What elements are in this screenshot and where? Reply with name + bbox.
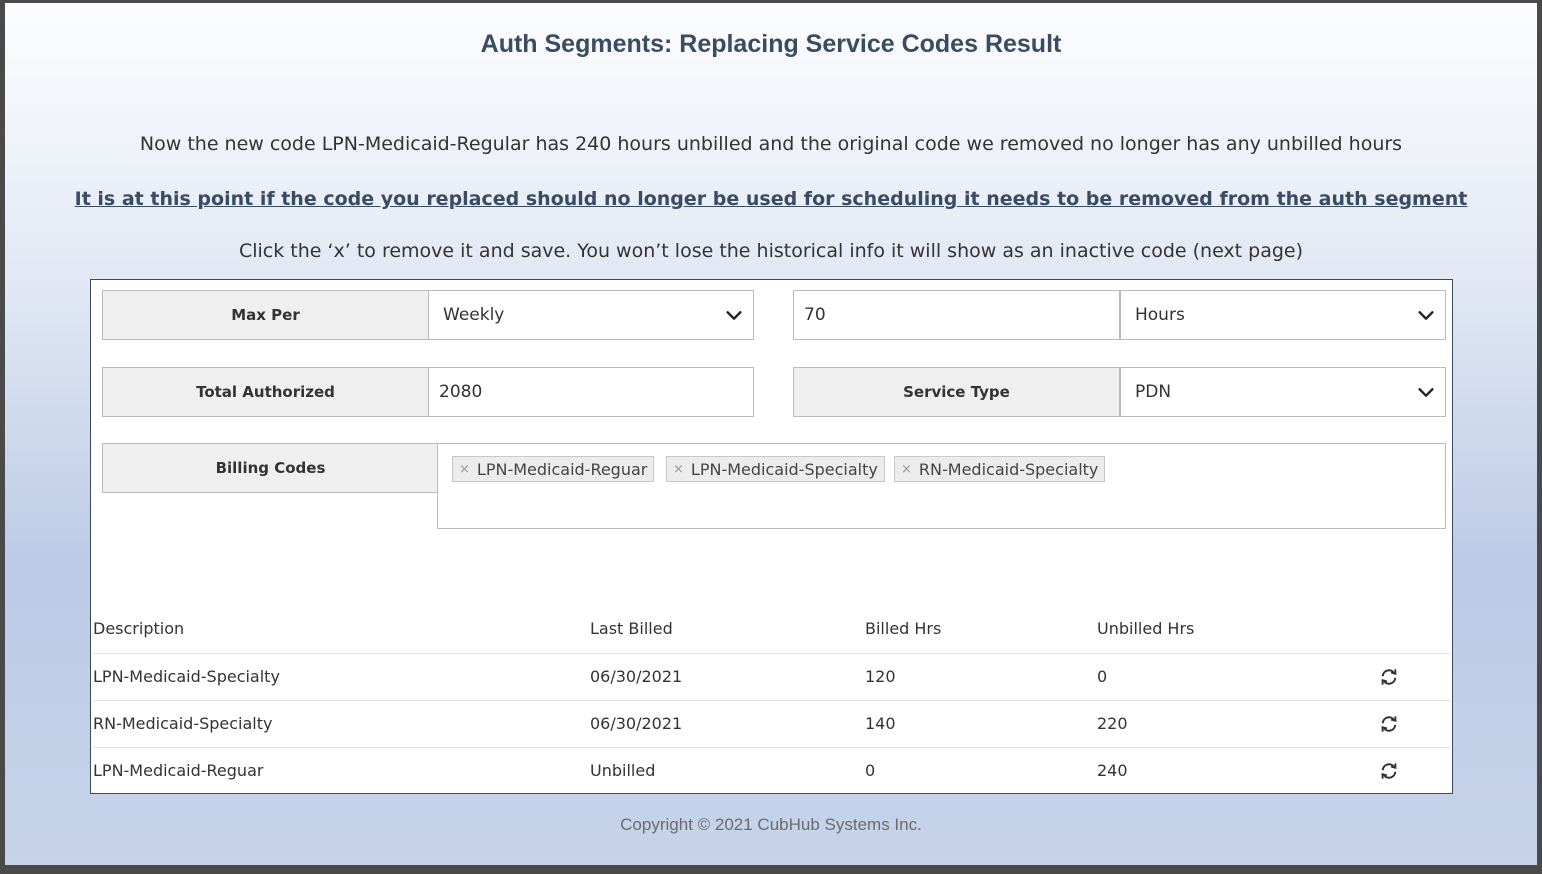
service-type-value: PDN [1135, 382, 1172, 402]
unit-select[interactable]: Hours [1120, 290, 1446, 340]
header-billed-hrs: Billed Hrs [865, 619, 942, 638]
service-type-label: Service Type [793, 367, 1120, 417]
slide: Auth Segments: Replacing Service Codes R… [5, 3, 1537, 865]
chevron-down-icon [1418, 388, 1434, 397]
row-billed-hrs: 140 [865, 714, 896, 733]
billing-code-label: LPN-Medicaid-Specialty [690, 459, 878, 479]
table-row: LPN-Medicaid-Reguar Unbilled 0 240 [93, 747, 1450, 794]
refresh-icon[interactable] [1377, 654, 1401, 700]
table-header: Description Last Billed Billed Hrs Unbil… [93, 606, 1450, 652]
row-billed-hrs: 120 [865, 667, 896, 686]
total-authorized-label: Total Authorized [102, 367, 429, 417]
header-last-billed: Last Billed [590, 619, 673, 638]
max-per-select[interactable]: Weekly [428, 290, 754, 340]
billing-code-tag: × RN-Medicaid-Specialty [894, 456, 1106, 482]
remove-tag-icon[interactable]: × [673, 462, 684, 477]
table-row: LPN-Medicaid-Specialty 06/30/2021 120 0 [93, 653, 1450, 700]
billing-codes-label: Billing Codes [102, 443, 439, 493]
instruction-text: Click the ‘x’ to remove it and save. You… [238, 240, 1304, 262]
row-description: RN-Medicaid-Specialty [93, 714, 273, 733]
row-description: LPN-Medicaid-Specialty [93, 667, 280, 686]
copyright-footer: Copyright © 2021 CubHub Systems Inc. [620, 815, 922, 834]
billing-code-tag: × LPN-Medicaid-Specialty [666, 456, 885, 482]
header-unbilled-hrs: Unbilled Hrs [1097, 619, 1195, 638]
row-unbilled-hrs: 240 [1097, 761, 1128, 780]
remove-tag-icon[interactable]: × [901, 462, 912, 477]
intro-text: Now the new code LPN-Medicaid-Regular ha… [139, 133, 1403, 155]
amount-input[interactable]: 70 [793, 290, 1120, 340]
row-billed-hrs: 0 [865, 761, 876, 780]
chevron-down-icon [1418, 311, 1434, 320]
row-unbilled-hrs: 220 [1097, 714, 1128, 733]
row-last-billed: 06/30/2021 [590, 714, 683, 733]
chevron-down-icon [726, 311, 742, 320]
refresh-icon[interactable] [1377, 701, 1401, 747]
row-unbilled-hrs: 0 [1097, 667, 1108, 686]
row-description: LPN-Medicaid-Reguar [93, 761, 264, 780]
row-last-billed: Unbilled [590, 761, 656, 780]
table-row: RN-Medicaid-Specialty 06/30/2021 140 220 [93, 700, 1450, 747]
auth-segment-panel: Max Per Weekly 70 Hours Total Authorized… [90, 279, 1453, 794]
billing-code-tag: × LPN-Medicaid-Reguar [452, 456, 655, 482]
warning-text: It is at this point if the code you repl… [74, 188, 1468, 210]
total-authorized-input[interactable]: 2080 [428, 367, 754, 417]
remove-tag-icon[interactable]: × [459, 462, 470, 477]
service-type-select[interactable]: PDN [1120, 367, 1446, 417]
max-per-label: Max Per [102, 290, 429, 340]
max-per-value: Weekly [443, 305, 505, 325]
billing-codes-field[interactable]: × LPN-Medicaid-Reguar × LPN-Medicaid-Spe… [437, 443, 1446, 529]
billing-code-label: LPN-Medicaid-Reguar [476, 459, 648, 479]
page-title: Auth Segments: Replacing Service Codes R… [480, 30, 1062, 58]
billing-code-label: RN-Medicaid-Specialty [918, 459, 1099, 479]
row-last-billed: 06/30/2021 [590, 667, 683, 686]
header-description: Description [93, 619, 185, 638]
refresh-icon[interactable] [1377, 748, 1401, 794]
unit-value: Hours [1135, 305, 1185, 325]
